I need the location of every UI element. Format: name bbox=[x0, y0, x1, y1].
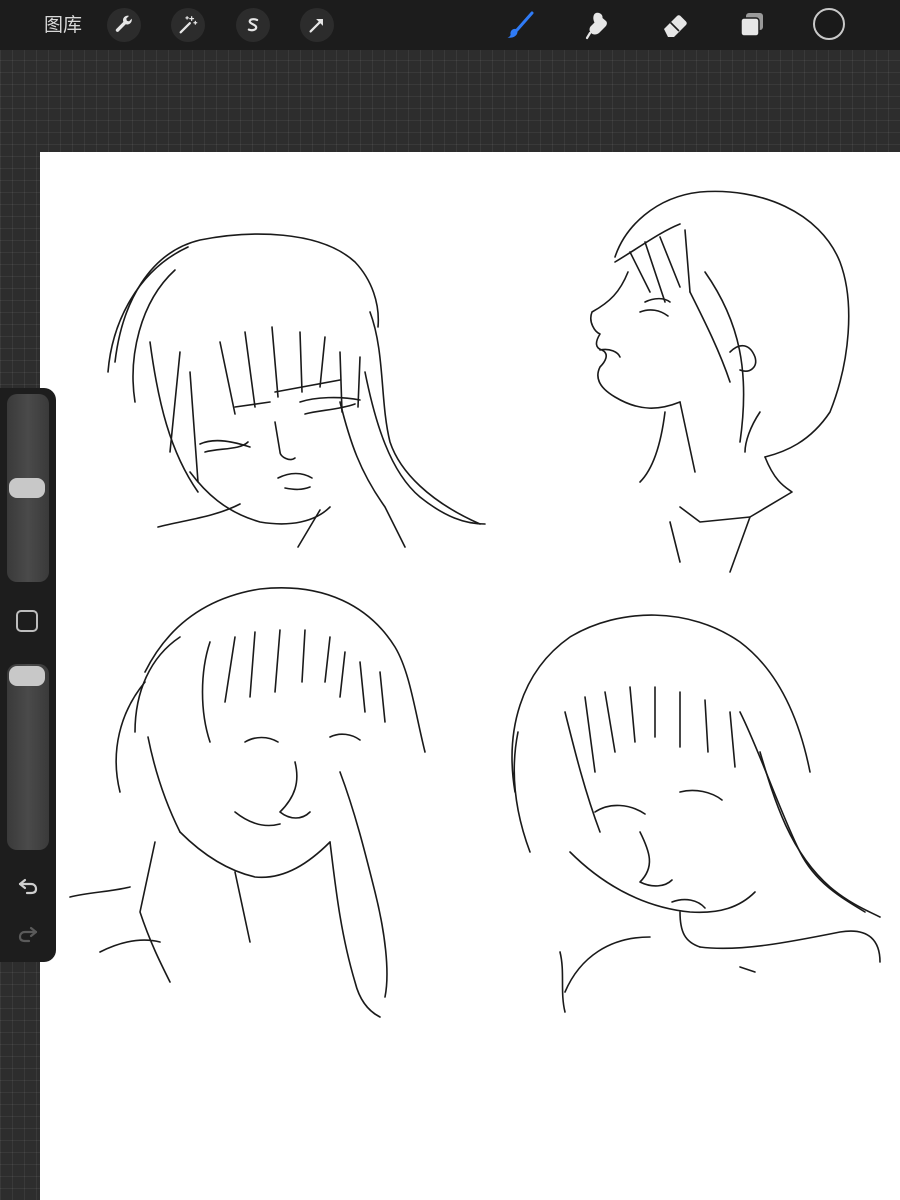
sketch-head-top-left bbox=[107, 233, 486, 548]
undo-button[interactable] bbox=[14, 872, 42, 900]
eraser-icon bbox=[664, 15, 687, 37]
adjustments-button[interactable] bbox=[171, 8, 205, 42]
selection-button[interactable] bbox=[236, 8, 270, 42]
redo-icon bbox=[18, 926, 38, 943]
side-bar bbox=[0, 388, 56, 962]
procreate-app: 图库 bbox=[0, 0, 900, 1200]
layers-icon bbox=[740, 13, 763, 37]
top-toolbar: 图库 bbox=[0, 0, 900, 50]
sketch-head-top-right bbox=[590, 190, 850, 573]
actions-button[interactable] bbox=[107, 8, 141, 42]
gallery-button[interactable]: 图库 bbox=[44, 12, 82, 38]
transform-button[interactable] bbox=[300, 8, 334, 42]
brush-icon bbox=[507, 11, 534, 38]
wrench-icon bbox=[115, 15, 132, 32]
brush-size-handle[interactable] bbox=[9, 478, 45, 498]
transform-arrow-icon bbox=[309, 19, 323, 33]
sketch-head-bottom-left bbox=[69, 587, 426, 1018]
redo-button[interactable] bbox=[14, 920, 42, 948]
opacity-handle[interactable] bbox=[9, 666, 45, 686]
sketch-head-bottom-right bbox=[511, 614, 881, 1013]
drawing-canvas[interactable] bbox=[40, 152, 900, 1200]
smudge-tool-button[interactable] bbox=[580, 8, 616, 42]
color-picker-button[interactable] bbox=[813, 8, 845, 40]
selection-s-icon bbox=[247, 18, 259, 32]
modify-button[interactable] bbox=[16, 610, 38, 632]
smudge-icon bbox=[585, 12, 607, 40]
erase-tool-button[interactable] bbox=[657, 8, 693, 42]
brush-size-slider[interactable] bbox=[7, 394, 49, 582]
paint-tool-button[interactable] bbox=[502, 8, 538, 42]
layers-button[interactable] bbox=[734, 8, 770, 42]
opacity-slider[interactable] bbox=[7, 664, 49, 850]
magic-wand-icon bbox=[179, 16, 198, 34]
sketch-artwork bbox=[69, 190, 881, 1018]
undo-icon bbox=[18, 878, 38, 895]
